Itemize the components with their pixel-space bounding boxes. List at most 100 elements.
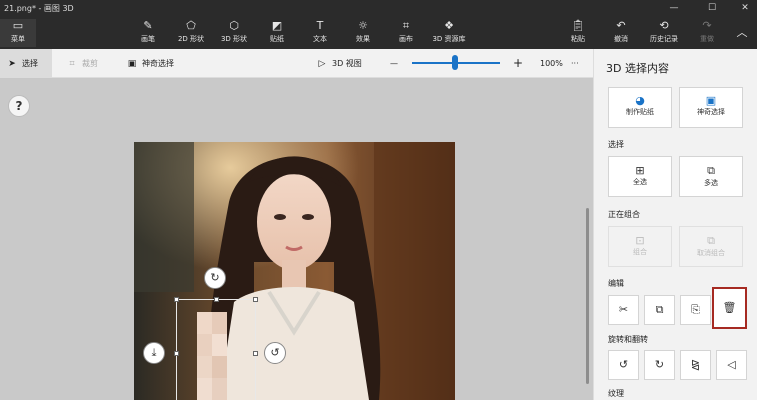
magic-select-tool[interactable]: ▣ 神奇选择 bbox=[126, 49, 174, 78]
sticker-icon: ◕ bbox=[635, 94, 645, 107]
magic-select-label: 神奇选择 bbox=[697, 108, 725, 116]
zoom-out-button[interactable]: — bbox=[390, 49, 398, 78]
3d-shapes-icon: ⬡ bbox=[229, 19, 239, 32]
selection-box[interactable] bbox=[176, 299, 256, 400]
group-button[interactable]: ⊡ 组合 bbox=[608, 226, 672, 267]
tool-2d-shapes[interactable]: ⬠ 2D 形状 bbox=[168, 19, 214, 47]
flip-horizontal-icon: ⧎ bbox=[690, 358, 701, 371]
selection-handle[interactable] bbox=[253, 297, 258, 302]
collapse-ribbon-button[interactable]: ︿ bbox=[728, 19, 756, 47]
tool-label: 3D 形状 bbox=[220, 35, 248, 43]
select-label: 选择 bbox=[22, 59, 38, 68]
stickers-icon: ◩ bbox=[271, 19, 283, 32]
tool-label: 文本 bbox=[313, 35, 327, 43]
menu-button[interactable]: ▭ 菜单 bbox=[0, 19, 36, 47]
texture-section-label: 纹理 bbox=[608, 389, 624, 398]
rotate-right-button[interactable]: ↻ bbox=[644, 350, 675, 380]
tool-label: 效果 bbox=[356, 35, 370, 43]
rotate-side-button[interactable]: ↺ bbox=[264, 342, 286, 364]
magic-select-icon: ▣ bbox=[127, 59, 137, 69]
redo-button[interactable]: ↷ 重做 bbox=[684, 19, 730, 47]
edit-section-label: 编辑 bbox=[608, 279, 624, 288]
effects-icon: ☼ bbox=[358, 19, 368, 32]
rotate-side-icon: ↺ bbox=[270, 346, 280, 359]
group-icon: ⊡ bbox=[635, 234, 645, 247]
history-icon: ⟲ bbox=[659, 19, 669, 32]
3d-view-toggle[interactable]: ▷ 3D 视图 bbox=[316, 49, 362, 78]
cut-button[interactable]: ✂ bbox=[608, 295, 639, 325]
zoom-in-button[interactable]: + bbox=[513, 49, 523, 78]
ribbon: ▭ 菜单 ✎ 画笔 ⬠ 2D 形状 ⬡ 3D 形状 ◩ 贴纸 T 文本 ☼ 效果… bbox=[0, 17, 757, 49]
canvas-icon: ⌗ bbox=[402, 19, 410, 32]
ungroup-button[interactable]: ⧉ 取消组合 bbox=[679, 226, 743, 267]
tool-text[interactable]: T 文本 bbox=[297, 19, 343, 47]
select-all-icon: ⊞ bbox=[635, 164, 645, 177]
2d-shapes-icon: ⬠ bbox=[186, 19, 196, 32]
tool-brushes[interactable]: ✎ 画笔 bbox=[125, 19, 171, 47]
3d-view-label: 3D 视图 bbox=[332, 59, 362, 68]
copy-button[interactable]: ⧉ bbox=[644, 295, 675, 325]
tool-label: 3D 资源库 bbox=[432, 35, 466, 43]
multi-select-icon: ⧉ bbox=[707, 164, 715, 177]
window-title: 21.png* - 画图 3D bbox=[4, 4, 74, 13]
tool-label: 2D 形状 bbox=[177, 35, 205, 43]
folder-icon: ▭ bbox=[12, 19, 24, 32]
tool-effects[interactable]: ☼ 效果 bbox=[340, 19, 386, 47]
crop-label: 裁剪 bbox=[82, 59, 98, 68]
magic-select-label: 神奇选择 bbox=[142, 59, 174, 68]
title-bar: 21.png* - 画图 3D — ☐ ✕ bbox=[0, 0, 757, 17]
group-label: 组合 bbox=[633, 248, 647, 256]
flip-horizontal-button[interactable]: ⧎ bbox=[680, 350, 711, 380]
tool-stickers[interactable]: ◩ 贴纸 bbox=[254, 19, 300, 47]
brush-icon: ✎ bbox=[143, 19, 153, 32]
rotate-section-label: 旋转和翻转 bbox=[608, 335, 648, 344]
flip-vertical-icon: ◁ bbox=[727, 358, 736, 371]
redo-icon: ↷ bbox=[702, 19, 712, 32]
selection-handle[interactable] bbox=[174, 351, 179, 356]
3d-view-icon: ▷ bbox=[318, 59, 326, 69]
make-sticker-button[interactable]: ◕ 制作贴纸 bbox=[608, 87, 672, 128]
ungroup-label: 取消组合 bbox=[697, 249, 725, 257]
paste-label: 粘贴 bbox=[571, 35, 585, 43]
paste-button[interactable]: 📋︎ 粘贴 bbox=[555, 19, 601, 47]
history-button[interactable]: ⟲ 历史记录 bbox=[641, 19, 687, 47]
flip-vertical-button[interactable]: ◁ bbox=[716, 350, 747, 380]
panel-title: 3D 选择内容 bbox=[606, 62, 669, 75]
scissors-icon: ✂ bbox=[618, 303, 629, 316]
tool-3d-library[interactable]: ❖ 3D 资源库 bbox=[426, 19, 472, 47]
close-button[interactable]: ✕ bbox=[733, 0, 757, 17]
selection-handle[interactable] bbox=[214, 297, 219, 302]
zoom-slider-thumb[interactable] bbox=[452, 55, 458, 70]
selection-handle[interactable] bbox=[174, 297, 179, 302]
maximize-button[interactable]: ☐ bbox=[700, 0, 724, 17]
push-into-canvas-button[interactable]: ⤓ bbox=[143, 342, 165, 364]
stamp-icon: ⤓ bbox=[151, 346, 157, 359]
delete-button[interactable]: 🗑︎ bbox=[712, 287, 747, 329]
undo-button[interactable]: ↶ 撤消 bbox=[598, 19, 644, 47]
select-all-button[interactable]: ⊞ 全选 bbox=[608, 156, 672, 197]
rotate-handle-button[interactable]: ↻ bbox=[204, 267, 226, 289]
rotate-left-button[interactable]: ↺ bbox=[608, 350, 639, 380]
zoom-value: 100% bbox=[540, 59, 563, 68]
more-options-button[interactable]: ··· bbox=[571, 49, 579, 78]
copy-icon: ⧉ bbox=[655, 303, 664, 316]
magic-select-button[interactable]: ▣ 神奇选择 bbox=[679, 87, 743, 128]
side-panel: 3D 选择内容 ◕ 制作贴纸 ▣ 神奇选择 选择 ⊞ 全选 ⧉ 多选 正在组合 … bbox=[593, 49, 757, 400]
minimize-button[interactable]: — bbox=[662, 0, 686, 17]
select-tool[interactable]: ➤ 选择 bbox=[0, 49, 52, 78]
multi-select-button[interactable]: ⧉ 多选 bbox=[679, 156, 743, 197]
paste-button-panel[interactable]: ⎘ bbox=[680, 295, 711, 325]
make-sticker-label: 制作贴纸 bbox=[626, 108, 654, 116]
group-section-label: 正在组合 bbox=[608, 210, 640, 219]
chevron-up-icon: ︿ bbox=[736, 26, 748, 39]
3d-library-icon: ❖ bbox=[444, 19, 454, 32]
selection-handle[interactable] bbox=[253, 351, 258, 356]
tool-canvas[interactable]: ⌗ 画布 bbox=[383, 19, 429, 47]
vertical-scrollbar[interactable] bbox=[586, 208, 589, 384]
crop-tool[interactable]: ⌗ 裁剪 bbox=[66, 49, 98, 78]
tool-3d-shapes[interactable]: ⬡ 3D 形状 bbox=[211, 19, 257, 47]
help-button[interactable]: ? bbox=[8, 95, 30, 117]
trash-icon: 🗑︎ bbox=[722, 301, 737, 314]
paste-icon: ⎘ bbox=[691, 303, 700, 316]
select-all-label: 全选 bbox=[633, 178, 647, 186]
